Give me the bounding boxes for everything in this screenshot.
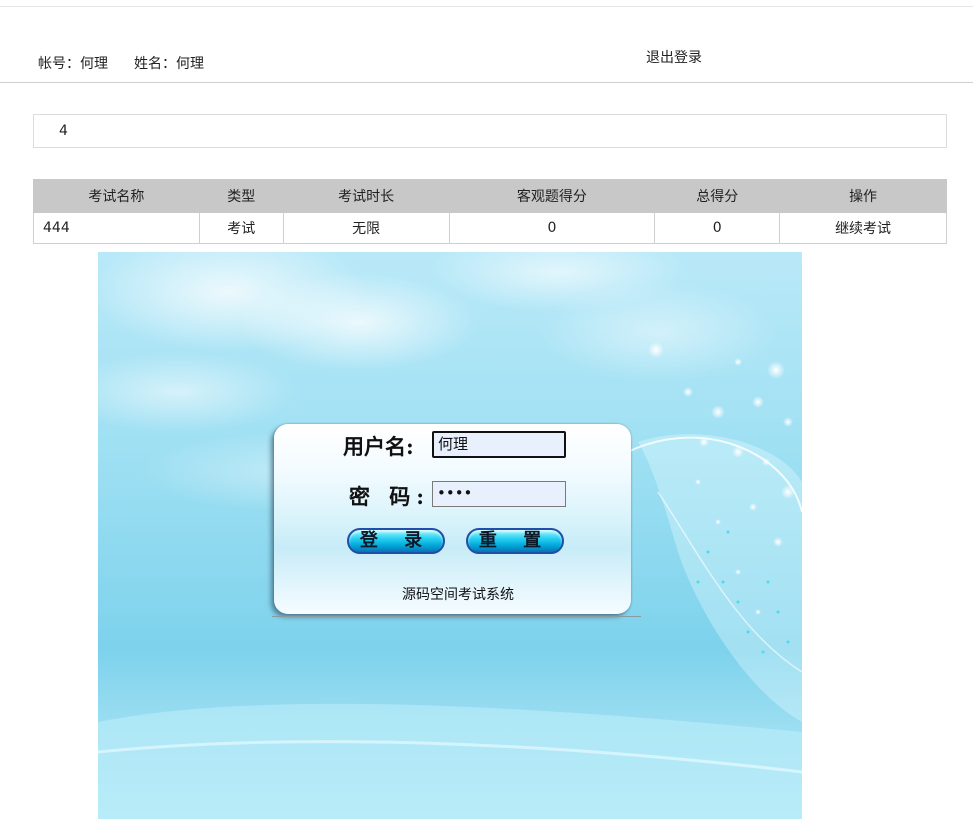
col-duration: 考试时长 [282, 179, 450, 213]
logout-link[interactable]: 退出登录 [646, 47, 702, 67]
cell-exam-name: 444 [33, 212, 200, 244]
account-label: 帐号：何理 [38, 56, 108, 72]
cell-type: 考试 [198, 212, 284, 244]
page-header: 帐号：何理 姓名：何理 退出登录 [0, 7, 973, 82]
system-name: 源码空间考试系统 [402, 587, 514, 603]
col-total-score: 总得分 [654, 179, 781, 213]
cell-duration: 无限 [282, 212, 450, 244]
table-header-row: 考试名称 类型 考试时长 客观题得分 总得分 操作 [33, 179, 947, 213]
user-info: 帐号：何理 姓名：何理 [38, 53, 204, 73]
username-label: 用户名: [343, 434, 414, 459]
col-type: 类型 [198, 179, 284, 213]
col-actions: 操作 [779, 179, 947, 213]
col-objective-score: 客观题得分 [448, 179, 656, 213]
exam-table: 考试名称 类型 考试时长 客观题得分 总得分 操作 444 考试 无限 0 0 … [33, 179, 947, 244]
continue-exam-link[interactable]: 继续考试 [779, 212, 947, 244]
info-box-text: 4 [59, 123, 68, 139]
header-divider [0, 82, 973, 83]
password-label: 密 码: [349, 484, 431, 509]
name-label: 姓名：何理 [134, 56, 204, 72]
login-panel-underline [272, 616, 641, 617]
col-exam-name: 考试名称 [33, 179, 200, 213]
cell-total-score: 0 [654, 212, 781, 244]
login-button[interactable]: 登 录 [347, 528, 445, 554]
reset-button[interactable]: 重 置 [466, 528, 564, 554]
username-input[interactable]: 何理 [432, 431, 566, 458]
cell-objective-score: 0 [448, 212, 656, 244]
table-row: 444 考试 无限 0 0 继续考试 [33, 212, 947, 244]
password-input[interactable]: •••• [432, 481, 566, 507]
info-box: 4 [33, 114, 947, 148]
